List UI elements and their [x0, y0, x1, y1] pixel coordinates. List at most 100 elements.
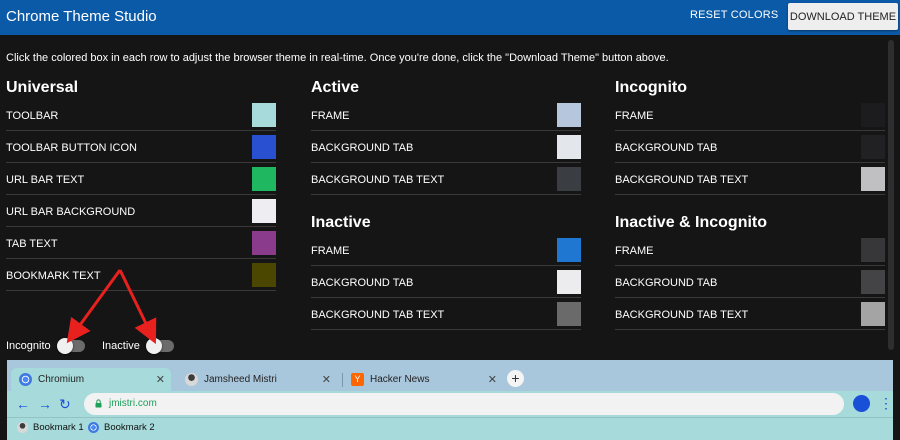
kebab-menu-icon[interactable]: ⋮	[879, 395, 893, 411]
color-row-frame: FRAME	[615, 234, 885, 266]
tab-title: Jamsheed Mistri	[204, 374, 277, 385]
row-label: BACKGROUND TAB TEXT	[615, 309, 749, 321]
active-section: Active FRAME BACKGROUND TAB BACKGROUND T…	[311, 79, 581, 195]
row-label: BOOKMARK TEXT	[6, 270, 101, 282]
color-swatch[interactable]	[557, 302, 581, 326]
color-swatch[interactable]	[252, 103, 276, 127]
tab-strip: Chromium ✕ Jamsheed Mistri ✕ Y Hacker Ne…	[7, 360, 893, 391]
row-label: BACKGROUND TAB	[311, 277, 414, 289]
row-label: BACKGROUND TAB	[615, 142, 718, 154]
inactive-toggle[interactable]	[145, 338, 174, 354]
color-row-background-tab-text: BACKGROUND TAB TEXT	[615, 163, 885, 195]
color-row-background-tab: BACKGROUND TAB	[311, 266, 581, 298]
forward-arrow-icon[interactable]: →	[38, 396, 52, 412]
tab-title: Chromium	[38, 374, 85, 385]
color-row-url-bar-text: URL BAR TEXT	[6, 163, 276, 195]
color-row-background-tab: BACKGROUND TAB	[311, 131, 581, 163]
row-label: BACKGROUND TAB TEXT	[615, 174, 749, 186]
bookmark-item[interactable]: Bookmark 1	[17, 422, 84, 433]
row-label: URL BAR BACKGROUND	[6, 206, 136, 218]
app-title: Chrome Theme Studio	[6, 8, 157, 25]
universal-heading: Universal	[6, 79, 79, 96]
row-label: URL BAR TEXT	[6, 174, 85, 186]
color-swatch[interactable]	[557, 270, 581, 294]
color-swatch[interactable]	[252, 199, 276, 223]
active-heading: Active	[311, 79, 360, 96]
row-label: FRAME	[311, 110, 350, 122]
reset-colors-button[interactable]: RESET COLORS	[690, 9, 778, 21]
color-row-background-tab-text: BACKGROUND TAB TEXT	[311, 298, 581, 330]
download-theme-button[interactable]: DOWNLOAD THEME	[788, 3, 898, 30]
color-row-url-bar-background: URL BAR BACKGROUND	[6, 195, 276, 227]
url-text: jmistri.com	[109, 398, 157, 409]
preview-toolbar: ← → ↻ jmistri.com ⋮	[7, 391, 893, 417]
close-icon[interactable]: ✕	[488, 373, 497, 386]
close-icon[interactable]: ✕	[322, 373, 331, 386]
color-row-background-tab-text: BACKGROUND TAB TEXT	[311, 163, 581, 195]
hacker-news-icon: Y	[351, 373, 364, 386]
row-label: TAB TEXT	[6, 238, 58, 250]
color-row-toolbar: TOOLBAR	[6, 99, 276, 131]
incognito-section: Incognito FRAME BACKGROUND TAB BACKGROUN…	[615, 79, 885, 195]
color-swatch[interactable]	[861, 270, 885, 294]
row-label: BACKGROUND TAB	[615, 277, 718, 289]
incognito-heading: Incognito	[615, 79, 687, 96]
reload-icon[interactable]: ↻	[59, 396, 71, 412]
color-swatch[interactable]	[861, 302, 885, 326]
back-arrow-icon[interactable]: ←	[16, 396, 30, 412]
incognito-toggle-label: Incognito	[6, 340, 51, 352]
chromium-icon	[19, 373, 32, 386]
color-row-frame: FRAME	[311, 234, 581, 266]
app-header: Chrome Theme Studio RESET COLORS DOWNLOA…	[0, 0, 900, 35]
color-swatch[interactable]	[557, 238, 581, 262]
bookmark-label: Bookmark 1	[33, 422, 84, 433]
color-row-bookmark-text: BOOKMARK TEXT	[6, 259, 276, 291]
color-swatch[interactable]	[861, 103, 885, 127]
universal-section: Universal TOOLBAR TOOLBAR BUTTON ICON UR…	[6, 79, 276, 291]
color-row-frame: FRAME	[615, 99, 885, 131]
inactive-toggle-group: Inactive	[102, 338, 174, 354]
color-swatch[interactable]	[861, 135, 885, 159]
row-label: FRAME	[311, 245, 350, 257]
inactive-toggle-label: Inactive	[102, 340, 140, 352]
chromium-icon	[88, 422, 99, 433]
bookmark-item[interactable]: Bookmark 2	[88, 422, 155, 433]
bookmark-label: Bookmark 2	[104, 422, 155, 433]
bookmarks-bar: Bookmark 1 Bookmark 2	[7, 417, 893, 440]
browser-preview: Chromium ✕ Jamsheed Mistri ✕ Y Hacker Ne…	[7, 360, 893, 440]
color-swatch[interactable]	[252, 231, 276, 255]
instructions-text: Click the colored box in each row to adj…	[6, 52, 669, 64]
inactive-incognito-heading: Inactive & Incognito	[615, 214, 768, 231]
toggle-knob	[56, 338, 73, 354]
preview-tab-jamsheed[interactable]: Jamsheed Mistri ✕	[177, 368, 337, 391]
url-bar[interactable]	[84, 393, 844, 415]
color-swatch[interactable]	[861, 167, 885, 191]
row-label: FRAME	[615, 245, 654, 257]
preview-tab-hacker-news[interactable]: Y Hacker News ✕	[343, 368, 503, 391]
row-label: BACKGROUND TAB TEXT	[311, 174, 445, 186]
inactive-incognito-section: Inactive & Incognito FRAME BACKGROUND TA…	[615, 214, 885, 330]
color-row-toolbar-button-icon: TOOLBAR BUTTON ICON	[6, 131, 276, 163]
toggle-knob	[145, 338, 162, 354]
scrollbar-thumb[interactable]	[888, 40, 894, 350]
color-swatch[interactable]	[557, 103, 581, 127]
color-swatch[interactable]	[557, 135, 581, 159]
profile-icon[interactable]	[853, 395, 870, 412]
row-label: TOOLBAR	[6, 110, 59, 122]
lock-icon	[95, 399, 102, 408]
color-swatch[interactable]	[557, 167, 581, 191]
row-label: TOOLBAR BUTTON ICON	[6, 142, 138, 154]
color-row-tab-text: TAB TEXT	[6, 227, 276, 259]
close-icon[interactable]: ✕	[156, 373, 165, 386]
color-swatch[interactable]	[252, 167, 276, 191]
tab-title: Hacker News	[370, 374, 430, 385]
color-row-background-tab-text: BACKGROUND TAB TEXT	[615, 298, 885, 330]
incognito-toggle[interactable]	[56, 338, 85, 354]
new-tab-button[interactable]: +	[507, 370, 524, 387]
preview-tab-chromium[interactable]: Chromium ✕	[11, 368, 171, 391]
color-swatch[interactable]	[252, 135, 276, 159]
color-swatch[interactable]	[252, 263, 276, 287]
avatar-icon	[17, 422, 28, 433]
color-swatch[interactable]	[861, 238, 885, 262]
color-row-frame: FRAME	[311, 99, 581, 131]
